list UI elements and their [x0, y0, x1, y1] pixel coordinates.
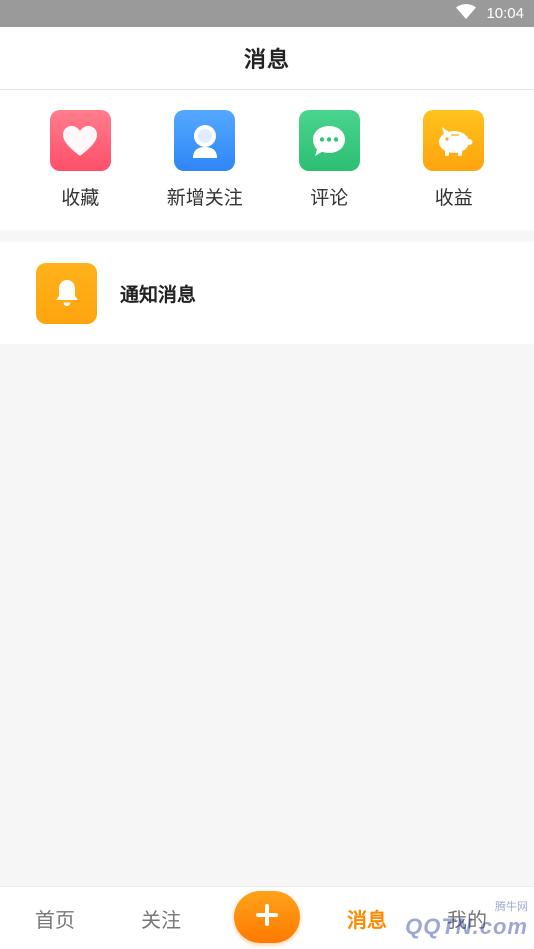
quick-action-label: 新增关注	[166, 187, 243, 209]
nav-tab-messages[interactable]: 消息	[324, 887, 410, 949]
user-icon	[174, 110, 236, 171]
status-bar: 10:04	[0, 0, 534, 27]
quick-actions: 收藏 新增关注 评论 收益	[0, 90, 534, 230]
bell-icon	[36, 262, 97, 324]
quick-action-label: 收藏	[61, 187, 100, 209]
plus-icon	[254, 902, 280, 932]
chat-bubble-icon	[298, 110, 360, 171]
nav-tab-label: 首页	[35, 908, 75, 932]
quick-action-favorites[interactable]: 收藏	[25, 110, 135, 230]
watermark-small: 腾牛网	[495, 901, 528, 913]
nav-tab-label: 关注	[141, 908, 181, 932]
create-post-button[interactable]	[234, 891, 300, 943]
page-title: 消息	[243, 48, 290, 73]
quick-action-earnings[interactable]: 收益	[399, 110, 509, 230]
heart-icon	[49, 110, 111, 171]
nav-tab-home[interactable]: 首页	[12, 887, 98, 949]
page-header: 消息	[0, 27, 534, 90]
status-time: 10:04	[486, 5, 524, 22]
quick-action-label: 收益	[434, 187, 473, 209]
piggy-bank-icon	[423, 110, 485, 171]
nav-tab-following[interactable]: 关注	[118, 887, 204, 949]
watermark-big: QQTN.com	[405, 914, 528, 939]
notification-messages-row[interactable]: 通知消息	[0, 242, 534, 344]
notification-messages-label: 通知消息	[120, 283, 197, 306]
watermark: 腾牛网 QQTN.com	[405, 898, 528, 940]
quick-action-label: 评论	[310, 187, 349, 209]
messages-screen: 10:04 消息 收藏 新增关注 评论 收益 通知消息 首页 关注 消息 我的 …	[0, 0, 534, 949]
wifi-icon	[456, 3, 477, 24]
quick-action-comments[interactable]: 评论	[274, 110, 384, 230]
nav-tab-label: 消息	[347, 908, 387, 932]
quick-action-new-followers[interactable]: 新增关注	[150, 110, 260, 230]
